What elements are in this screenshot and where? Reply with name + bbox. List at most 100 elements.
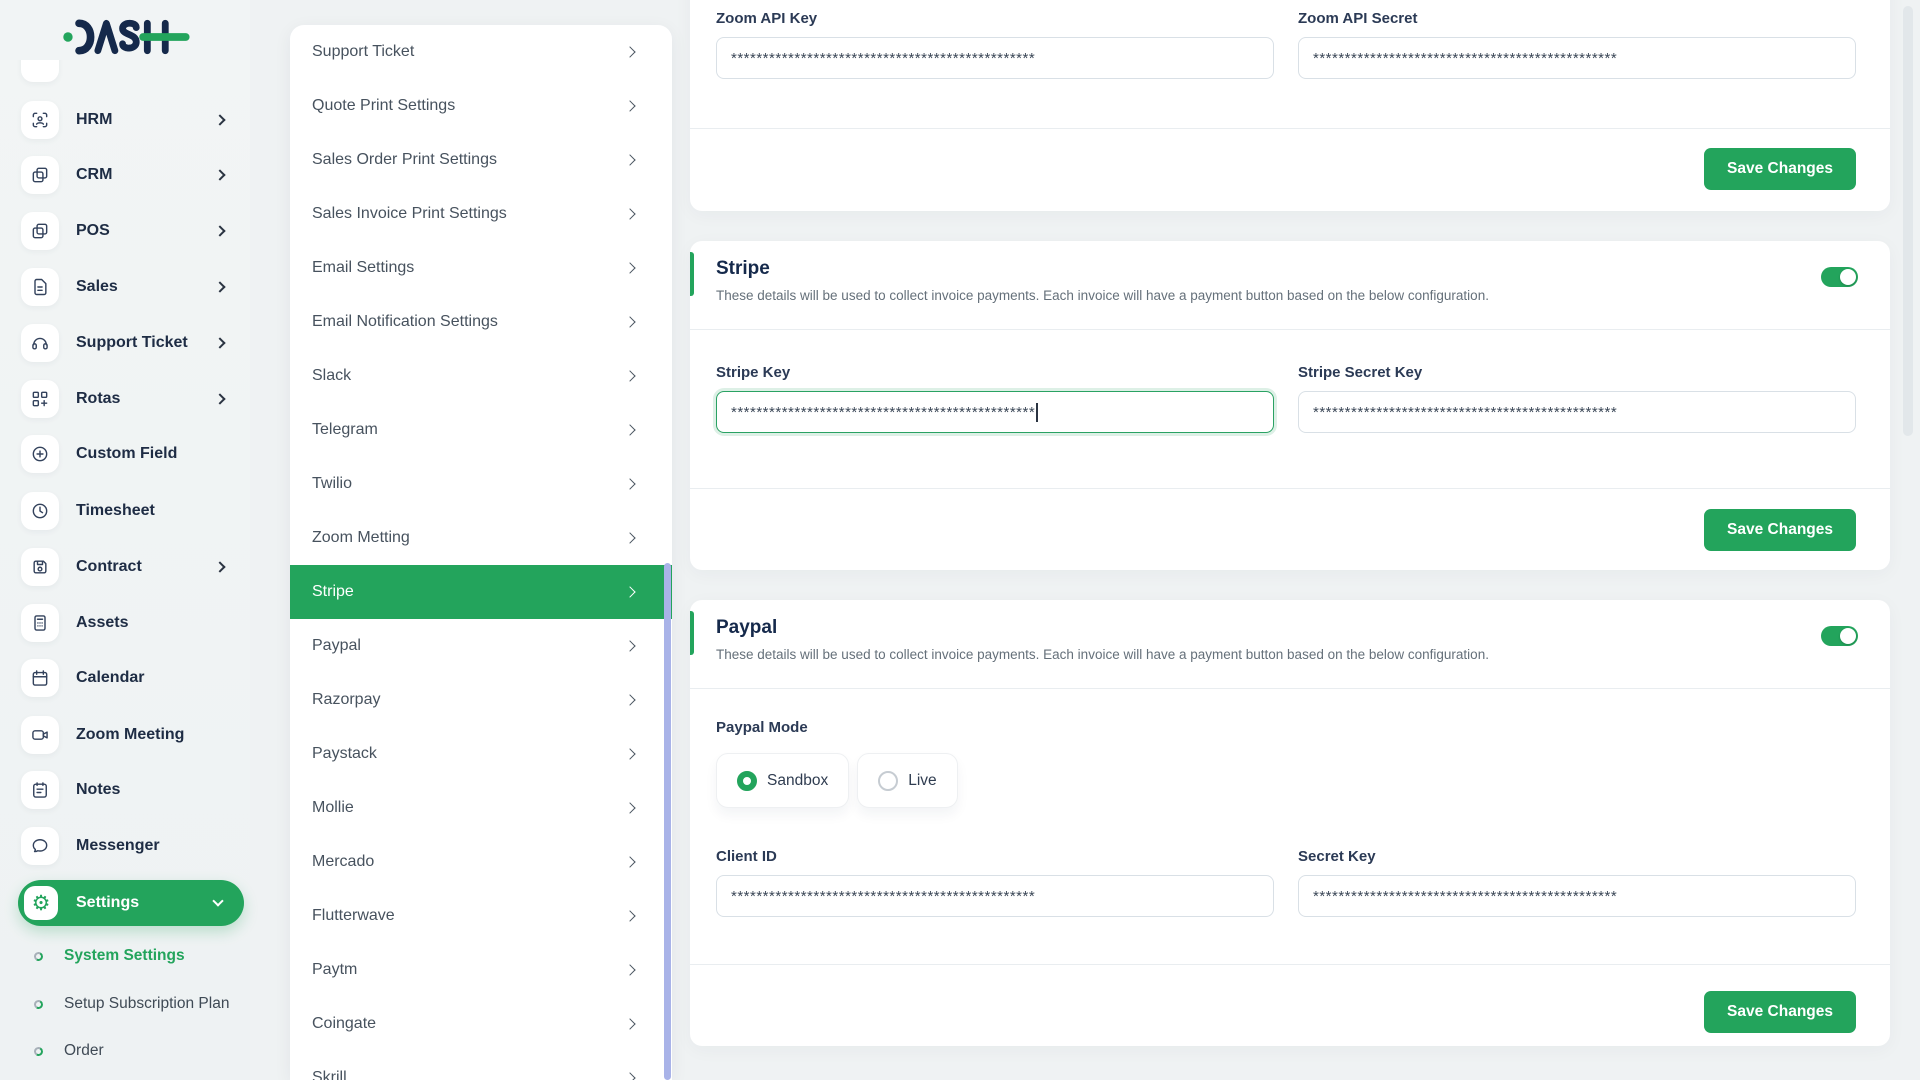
settings-nav-item-paystack[interactable]: Paystack xyxy=(290,727,672,781)
sidebar-item-contract[interactable]: Contract xyxy=(0,539,250,595)
save-changes-button[interactable]: Save Changes xyxy=(1704,509,1856,551)
sidebar-item-notes[interactable]: Notes xyxy=(0,762,250,818)
field-label: Zoom API Key xyxy=(716,10,818,27)
masked-value: ****************************************… xyxy=(731,403,1036,421)
hrm-scan-icon xyxy=(21,101,59,139)
zoom-api-key-field: Zoom API Key xyxy=(716,10,1274,79)
paypal-mode-live-option[interactable]: Live xyxy=(857,753,958,808)
sidebar-item-calendar[interactable]: Calendar xyxy=(0,650,250,706)
sidebar-item-label: Notes xyxy=(76,781,121,798)
chat-bubble-icon xyxy=(21,827,59,865)
page-scrollbar[interactable] xyxy=(1903,6,1913,436)
save-changes-button[interactable]: Save Changes xyxy=(1704,991,1856,1033)
sidebar-item-label: HRM xyxy=(76,111,113,128)
sidebar-subitem-label: System Settings xyxy=(64,947,185,964)
paypal-mode-sandbox-option[interactable]: Sandbox xyxy=(716,753,850,808)
main-content: Zoom API Key Zoom API Secret Save Change… xyxy=(690,0,1890,1080)
settings-nav-item-sales-order-print-settings[interactable]: Sales Order Print Settings xyxy=(290,133,672,187)
radio-label: Sandbox xyxy=(767,771,829,789)
gear-icon: ⚙ xyxy=(24,886,58,920)
paypal-secret-key-field: Secret Key xyxy=(1298,848,1856,917)
settings-nav-item-telegram[interactable]: Telegram xyxy=(290,403,672,457)
settings-nav-item-zoom-metting[interactable]: Zoom Metting xyxy=(290,511,672,565)
app-logo[interactable] xyxy=(62,17,190,62)
settings-nav-item-paytm[interactable]: Paytm xyxy=(290,943,672,997)
sidebar-item-hrm[interactable]: HRM xyxy=(0,92,250,148)
chevron-right-icon xyxy=(624,586,636,598)
stripe-enabled-toggle[interactable] xyxy=(1821,267,1858,287)
floppy-icon xyxy=(21,548,59,586)
settings-nav-item-mercado[interactable]: Mercado xyxy=(290,835,672,889)
chevron-right-icon xyxy=(624,532,636,544)
settings-nav-item-twilio[interactable]: Twilio xyxy=(290,457,672,511)
chevron-right-icon xyxy=(624,964,636,976)
sidebar-item-custom-field[interactable]: Custom Field xyxy=(0,426,250,482)
chevron-right-icon xyxy=(214,337,226,349)
card-description: These details will be used to collect in… xyxy=(716,647,1489,662)
sidebar-item-messenger[interactable]: Messenger xyxy=(0,818,250,874)
paypal-mode-label: Paypal Mode xyxy=(716,719,808,736)
zoom-api-secret-input[interactable] xyxy=(1298,37,1856,79)
settings-nav-scrollbar[interactable] xyxy=(664,563,671,1080)
chevron-right-icon xyxy=(624,154,636,166)
settings-nav-item-support-ticket[interactable]: Support Ticket xyxy=(290,25,672,79)
document-icon xyxy=(21,268,59,306)
settings-nav-item-quote-print-settings[interactable]: Quote Print Settings xyxy=(290,79,672,133)
sidebar-item-pos[interactable]: POS xyxy=(0,203,250,259)
card-title: Stripe xyxy=(716,258,770,279)
headset-icon xyxy=(21,324,59,362)
sidebar-item-support-ticket[interactable]: Support Ticket xyxy=(0,315,250,371)
sidebar-item-assets[interactable]: Assets xyxy=(0,595,250,651)
settings-nav-item-slack[interactable]: Slack xyxy=(290,349,672,403)
paypal-settings-card: Paypal These details will be used to col… xyxy=(690,600,1890,1046)
toggle-knob xyxy=(1840,269,1856,285)
settings-nav-item-email-notification-settings[interactable]: Email Notification Settings xyxy=(290,295,672,349)
sidebar-subitem-system-settings[interactable]: System Settings xyxy=(0,942,250,970)
settings-nav-item-sales-invoice-print-settings[interactable]: Sales Invoice Print Settings xyxy=(290,187,672,241)
sidebar-item-label: Timesheet xyxy=(76,502,155,519)
zoom-api-key-input[interactable] xyxy=(716,37,1274,79)
sidebar-subitem-setup-subscription-plan[interactable]: Setup Subscription Plan xyxy=(0,990,250,1018)
pos-cards-icon xyxy=(21,212,59,250)
toggle-knob xyxy=(1840,628,1856,644)
stripe-secret-key-input[interactable] xyxy=(1298,391,1856,433)
field-label: Client ID xyxy=(716,848,777,865)
settings-nav-item-skrill[interactable]: Skrill xyxy=(290,1051,672,1080)
paypal-client-id-input[interactable] xyxy=(716,875,1274,917)
save-changes-button[interactable]: Save Changes xyxy=(1704,148,1856,190)
settings-nav-item-coingate[interactable]: Coingate xyxy=(290,997,672,1051)
sidebar-item-label: Custom Field xyxy=(76,445,178,462)
paypal-secret-key-input[interactable] xyxy=(1298,875,1856,917)
chevron-right-icon xyxy=(624,262,636,274)
paypal-enabled-toggle[interactable] xyxy=(1821,626,1858,646)
chevron-right-icon xyxy=(624,856,636,868)
chevron-right-icon xyxy=(624,478,636,490)
settings-nav-item-email-settings[interactable]: Email Settings xyxy=(290,241,672,295)
sidebar-item-rotas[interactable]: Rotas xyxy=(0,371,250,427)
chevron-right-icon xyxy=(624,316,636,328)
zoom-settings-card: Zoom API Key Zoom API Secret Save Change… xyxy=(690,0,1890,211)
sidebar-item-settings[interactable]: ⚙ Settings xyxy=(18,880,244,926)
bullet-circle-icon xyxy=(32,950,45,962)
bullet-circle-icon xyxy=(32,1045,45,1057)
settings-nav-item-razorpay[interactable]: Razorpay xyxy=(290,673,672,727)
sidebar-item-crm[interactable]: CRM xyxy=(0,147,250,203)
sidebar-item-timesheet[interactable]: Timesheet xyxy=(0,483,250,539)
sidebar-item-label: Rotas xyxy=(76,390,121,407)
sidebar-item-label: Messenger xyxy=(76,837,160,854)
settings-nav-item-flutterwave[interactable]: Flutterwave xyxy=(290,889,672,943)
settings-nav-item-mollie[interactable]: Mollie xyxy=(290,781,672,835)
chevron-right-icon xyxy=(624,694,636,706)
settings-nav-item-stripe[interactable]: Stripe xyxy=(290,565,672,619)
calendar-icon xyxy=(21,659,59,697)
field-label: Zoom API Secret xyxy=(1298,10,1418,27)
sidebar-subitem-order[interactable]: Order xyxy=(0,1037,250,1065)
text-caret xyxy=(1036,402,1038,422)
sidebar-item-sales[interactable]: Sales xyxy=(0,259,250,315)
sidebar-item-label: Support Ticket xyxy=(76,334,188,351)
bullet-circle-icon xyxy=(32,998,45,1010)
stripe-key-input[interactable]: ****************************************… xyxy=(716,391,1274,433)
settings-nav-item-paypal[interactable]: Paypal xyxy=(290,619,672,673)
chevron-right-icon xyxy=(624,208,636,220)
sidebar-item-zoom-meeting[interactable]: Zoom Meeting xyxy=(0,707,250,763)
